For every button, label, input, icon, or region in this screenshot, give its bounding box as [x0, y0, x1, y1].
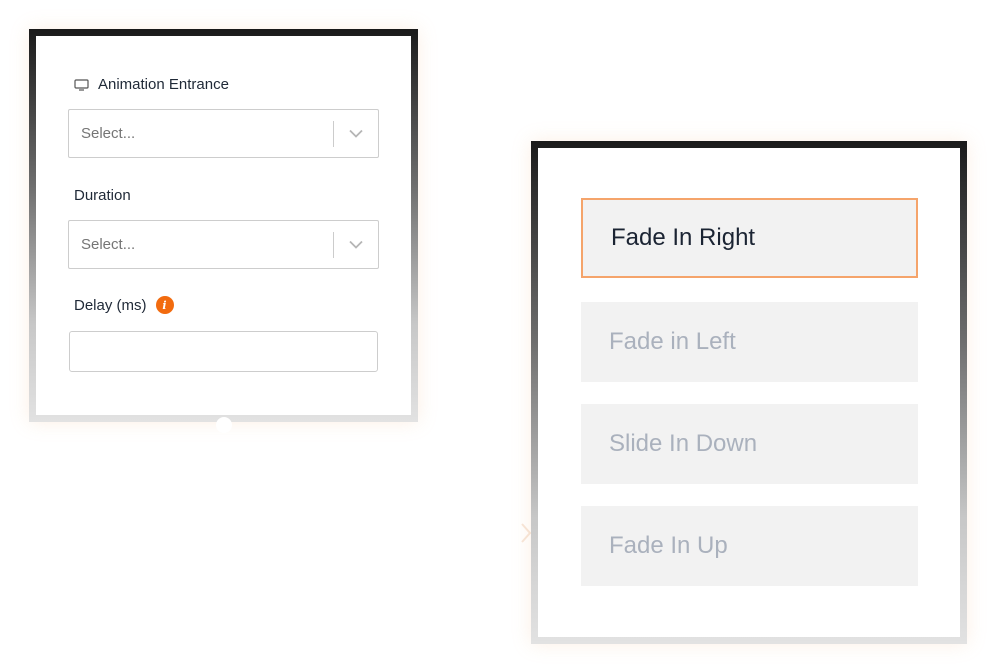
- delay-label: Delay (ms) i: [74, 296, 174, 314]
- delay-input[interactable]: [69, 331, 378, 372]
- duration-placeholder: Select...: [81, 236, 136, 253]
- animation-settings-body: Animation Entrance Select... Duration Se…: [36, 36, 411, 415]
- animation-entrance-placeholder: Select...: [81, 125, 136, 142]
- option-fade-in-left[interactable]: Fade in Left: [581, 302, 918, 382]
- option-slide-in-down[interactable]: Slide In Down: [581, 404, 918, 484]
- animation-entrance-label: Animation Entrance: [74, 76, 229, 93]
- animation-options-list: Fade In Right Fade in Left Slide In Down…: [538, 148, 960, 637]
- duration-label: Duration: [74, 187, 131, 204]
- duration-select[interactable]: Select...: [68, 220, 379, 269]
- duration-text: Duration: [74, 187, 131, 204]
- animation-options-panel: Fade In Right Fade in Left Slide In Down…: [531, 141, 967, 644]
- animation-settings-panel: Animation Entrance Select... Duration Se…: [29, 29, 418, 422]
- chevron-down-icon[interactable]: [334, 221, 378, 268]
- delay-text: Delay (ms): [74, 296, 147, 314]
- info-icon[interactable]: i: [155, 296, 174, 314]
- monitor-icon: [74, 78, 89, 91]
- animation-entrance-text: Animation Entrance: [98, 76, 229, 93]
- connector-dot: [216, 417, 232, 433]
- chevron-down-icon[interactable]: [334, 110, 378, 157]
- option-fade-in-right[interactable]: Fade In Right: [581, 198, 918, 278]
- animation-entrance-select[interactable]: Select...: [68, 109, 379, 158]
- option-fade-in-up[interactable]: Fade In Up: [581, 506, 918, 586]
